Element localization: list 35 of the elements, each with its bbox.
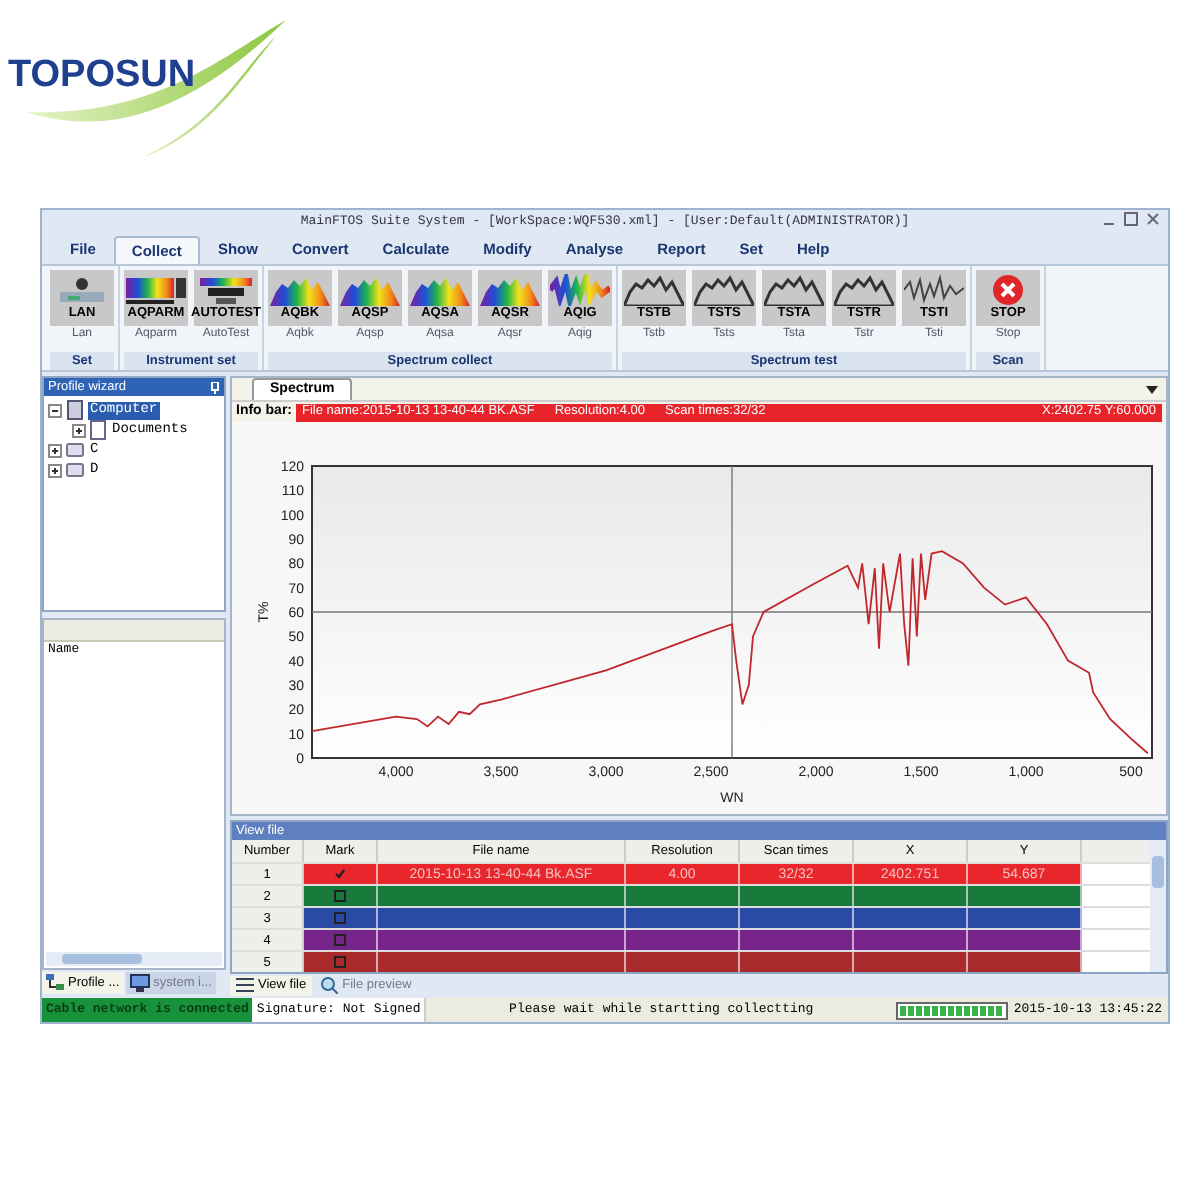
expand-icon[interactable]	[48, 443, 62, 457]
list-icon	[236, 976, 254, 995]
horizontal-scrollbar[interactable]	[46, 952, 222, 966]
checkbox[interactable]	[334, 912, 346, 924]
vertical-scrollbar[interactable]	[1150, 840, 1166, 972]
spectrum-icon	[624, 274, 684, 306]
magnifier-icon	[320, 976, 339, 995]
monitor-icon	[129, 974, 150, 992]
spectrum-icon	[270, 274, 330, 306]
spectrum-icon	[410, 274, 470, 306]
checkbox[interactable]	[334, 956, 346, 968]
checkbox[interactable]	[334, 934, 346, 946]
collapse-icon[interactable]	[48, 403, 62, 417]
color-bar-icon	[126, 274, 186, 306]
checkbox[interactable]	[334, 890, 346, 902]
noise-spectrum-icon	[550, 274, 610, 306]
checked-checkbox[interactable]	[334, 868, 346, 880]
maximize-icon[interactable]	[1124, 212, 1138, 226]
spectrum-icon	[340, 274, 400, 306]
spectrum-icon	[694, 274, 754, 306]
tree-icon	[46, 974, 64, 992]
noise-spectrum-icon	[904, 274, 964, 306]
computer-icon	[66, 400, 84, 420]
spectrum-icon	[764, 274, 824, 306]
dropdown-icon[interactable]	[1146, 386, 1158, 394]
stop-icon	[992, 274, 1024, 306]
expand-icon[interactable]	[72, 423, 86, 437]
spectrum-icon	[480, 274, 540, 306]
document-icon	[90, 420, 106, 440]
brand-name: TOPOSUN	[8, 52, 196, 100]
spectrum-icon	[834, 274, 894, 306]
expand-icon[interactable]	[48, 463, 62, 477]
pin-icon[interactable]	[210, 381, 220, 393]
device-icon	[196, 274, 256, 306]
close-icon[interactable]	[1146, 212, 1160, 226]
